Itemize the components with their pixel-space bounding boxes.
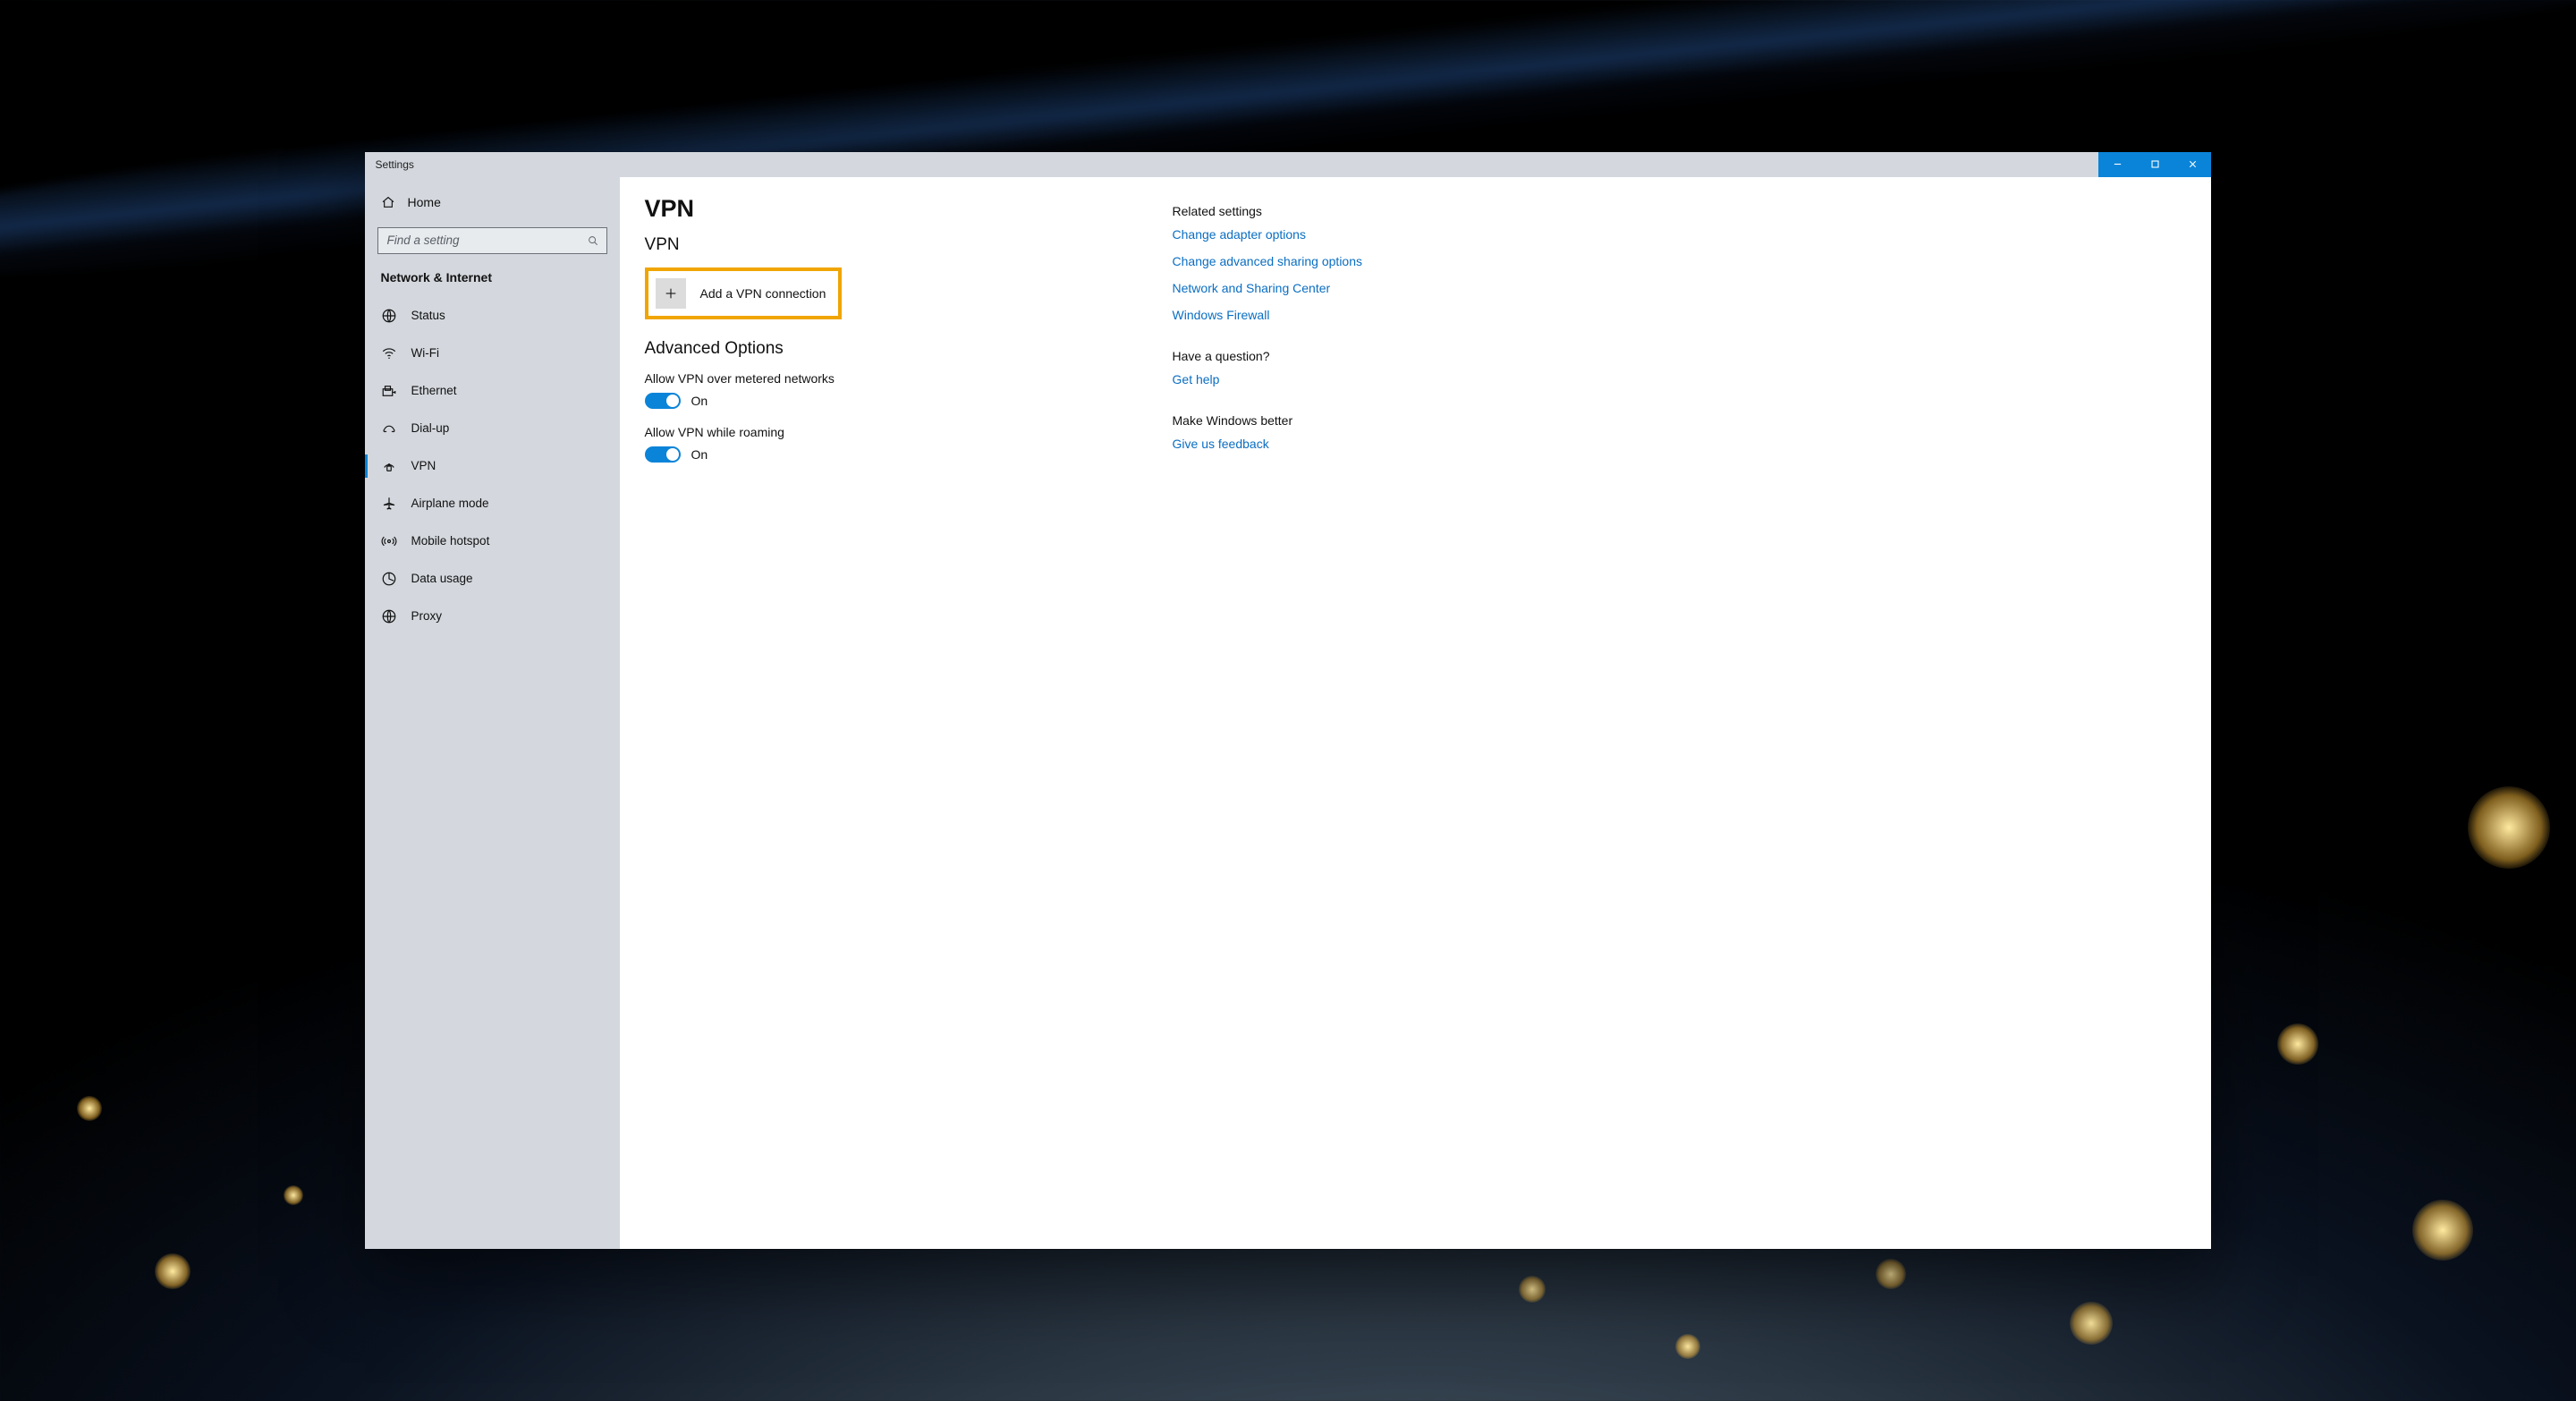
minimize-icon: [2113, 159, 2123, 169]
sidebar-item-proxy[interactable]: Proxy: [365, 598, 620, 635]
plus-icon: [664, 286, 678, 301]
vpn-section-title: VPN: [645, 235, 1110, 255]
sidebar-item-vpn[interactable]: VPN: [365, 447, 620, 485]
airplane-icon: [381, 496, 397, 512]
toggle-metered[interactable]: On: [645, 393, 1110, 409]
link-windows-firewall[interactable]: Windows Firewall: [1173, 308, 1387, 322]
toggle-track: [645, 446, 681, 463]
window-body: Home Network & Internet Status Wi-Fi Eth: [365, 177, 2212, 1249]
dialup-icon: [381, 420, 397, 437]
option-label: Allow VPN while roaming: [645, 425, 1110, 439]
aside-column: Related settings Change adapter options …: [1173, 195, 1387, 1240]
search-input[interactable]: [387, 234, 587, 247]
maximize-button[interactable]: [2136, 152, 2174, 177]
link-get-help[interactable]: Get help: [1173, 372, 1387, 386]
home-label: Home: [408, 195, 441, 209]
toggle-knob: [666, 395, 679, 407]
sidebar-item-label: VPN: [411, 459, 436, 472]
link-advanced-sharing[interactable]: Change advanced sharing options: [1173, 254, 1387, 268]
search-box[interactable]: [377, 227, 607, 254]
sidebar-item-hotspot[interactable]: Mobile hotspot: [365, 522, 620, 560]
sidebar-item-label: Dial-up: [411, 421, 450, 435]
maximize-icon: [2150, 159, 2160, 169]
sidebar-item-label: Status: [411, 309, 445, 322]
toggle-state: On: [691, 447, 708, 462]
sidebar-item-label: Wi-Fi: [411, 346, 439, 360]
option-roaming: Allow VPN while roaming On: [645, 425, 1110, 463]
toggle-knob: [666, 448, 679, 461]
related-links: Change adapter options Change advanced s…: [1173, 227, 1387, 322]
page-title: VPN: [645, 195, 1110, 223]
help-links: Get help: [1173, 372, 1387, 386]
advanced-options-title: Advanced Options: [645, 339, 1110, 359]
ethernet-icon: [381, 383, 397, 399]
sidebar-item-dialup[interactable]: Dial-up: [365, 410, 620, 447]
status-icon: [381, 308, 397, 324]
plus-tile: [656, 278, 686, 309]
sidebar-item-label: Data usage: [411, 572, 473, 585]
feedback-title: Make Windows better: [1173, 413, 1387, 428]
sidebar-item-label: Airplane mode: [411, 497, 489, 510]
proxy-icon: [381, 608, 397, 624]
wifi-icon: [381, 345, 397, 361]
close-icon: [2188, 159, 2198, 169]
sidebar-item-airplane[interactable]: Airplane mode: [365, 485, 620, 522]
sidebar-nav: Status Wi-Fi Ethernet Dial-up VPN: [365, 297, 620, 635]
content-area: VPN VPN Add a VPN connection Advanced Op…: [620, 177, 2212, 1249]
sidebar: Home Network & Internet Status Wi-Fi Eth: [365, 177, 620, 1249]
question-title: Have a question?: [1173, 349, 1387, 363]
related-settings-title: Related settings: [1173, 204, 1387, 218]
vpn-icon: [381, 458, 397, 474]
home-button[interactable]: Home: [365, 186, 620, 218]
sidebar-item-label: Ethernet: [411, 384, 457, 397]
minimize-button[interactable]: [2098, 152, 2136, 177]
main-column: VPN VPN Add a VPN connection Advanced Op…: [645, 195, 1110, 1240]
data-usage-icon: [381, 571, 397, 587]
settings-window: Settings Home Network & Internet: [365, 152, 2212, 1249]
toggle-roaming[interactable]: On: [645, 446, 1110, 463]
sidebar-item-label: Proxy: [411, 609, 443, 623]
window-controls: [2098, 152, 2211, 177]
add-vpn-label: Add a VPN connection: [700, 286, 826, 301]
link-network-sharing-center[interactable]: Network and Sharing Center: [1173, 281, 1387, 295]
feedback-links: Give us feedback: [1173, 437, 1387, 451]
add-vpn-highlight-frame: Add a VPN connection: [645, 267, 842, 319]
sidebar-item-ethernet[interactable]: Ethernet: [365, 372, 620, 410]
option-label: Allow VPN over metered networks: [645, 371, 1110, 386]
sidebar-item-label: Mobile hotspot: [411, 534, 490, 548]
titlebar[interactable]: Settings: [365, 152, 2212, 177]
toggle-state: On: [691, 394, 708, 408]
home-icon: [381, 195, 395, 209]
close-button[interactable]: [2174, 152, 2211, 177]
sidebar-item-wifi[interactable]: Wi-Fi: [365, 335, 620, 372]
sidebar-item-status[interactable]: Status: [365, 297, 620, 335]
option-metered: Allow VPN over metered networks On: [645, 371, 1110, 409]
add-vpn-button[interactable]: Add a VPN connection: [656, 278, 831, 309]
hotspot-icon: [381, 533, 397, 549]
link-change-adapter[interactable]: Change adapter options: [1173, 227, 1387, 242]
sidebar-section-title: Network & Internet: [365, 265, 620, 297]
search-icon: [587, 234, 599, 247]
link-give-feedback[interactable]: Give us feedback: [1173, 437, 1387, 451]
toggle-track: [645, 393, 681, 409]
window-title: Settings: [365, 152, 425, 177]
sidebar-item-datausage[interactable]: Data usage: [365, 560, 620, 598]
